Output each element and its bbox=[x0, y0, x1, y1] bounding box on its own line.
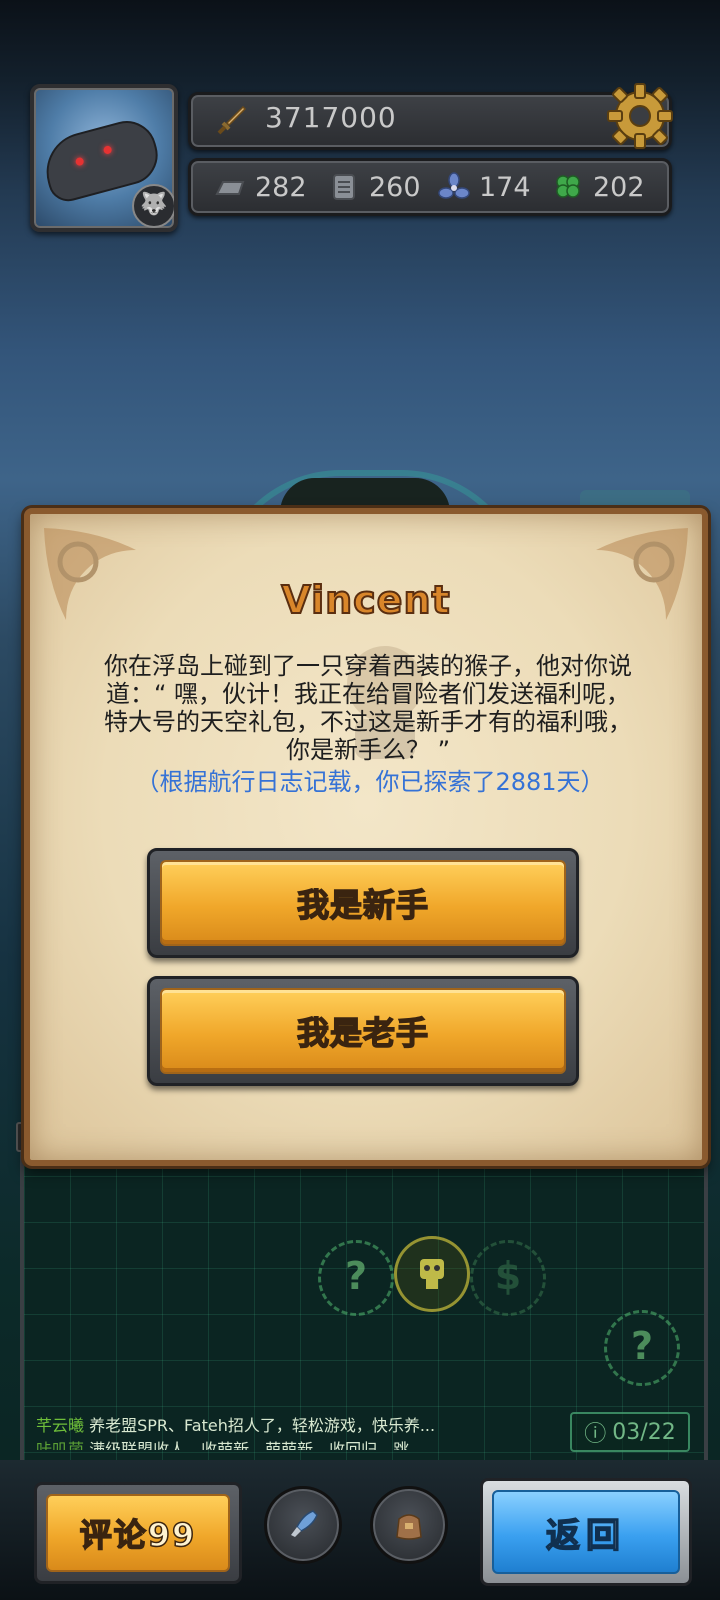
coin-tile[interactable]: $ bbox=[470, 1240, 546, 1316]
resource-value: 202 bbox=[593, 171, 645, 203]
button-label: 我是新手 bbox=[296, 885, 429, 925]
rocket-icon bbox=[291, 1510, 318, 1537]
explore-counter[interactable]: ⓘ 03/22 bbox=[570, 1412, 690, 1452]
bag-icon bbox=[396, 1514, 422, 1540]
robot-eye bbox=[102, 145, 113, 155]
button-label: 返回 bbox=[545, 1515, 626, 1557]
resource-clover: 202 bbox=[551, 167, 645, 207]
resource-bar: 282 260 174 202 bbox=[188, 158, 672, 216]
sword-icon bbox=[217, 105, 247, 135]
dialog-body: 你在浮岛上碰到了一只穿着西装的猴子，他对你说道：“ 嘿，伙计！我正在给冒险者们发… bbox=[104, 652, 632, 764]
ingot-icon bbox=[215, 181, 245, 195]
unknown-tile[interactable]: ? bbox=[604, 1310, 680, 1386]
rocket-button[interactable] bbox=[264, 1486, 342, 1564]
counter-value: 03/22 bbox=[612, 1419, 676, 1445]
robot-icon bbox=[420, 1259, 444, 1289]
bag-button[interactable] bbox=[370, 1486, 448, 1564]
resource-propeller: 174 bbox=[437, 167, 531, 207]
chat-text: 养老盟SPR、Fateh招人了，轻松游戏，快乐养... bbox=[89, 1416, 436, 1435]
resource-value: 174 bbox=[479, 171, 531, 203]
chat-sender: 芊云曦 bbox=[36, 1416, 85, 1435]
button-label: 评论99 bbox=[79, 1515, 197, 1555]
robot-tile[interactable] bbox=[394, 1236, 470, 1312]
player-avatar[interactable]: 🐺 bbox=[30, 84, 178, 232]
back-button[interactable]: 返回 bbox=[480, 1478, 692, 1586]
event-dialog: Vincent 你在浮岛上碰到了一只穿着西装的猴子，他对你说道：“ 嘿，伙计！我… bbox=[24, 508, 708, 1166]
im-new-button[interactable]: 我是新手 bbox=[147, 848, 579, 958]
propeller-icon bbox=[438, 172, 470, 199]
button-label: 我是老手 bbox=[296, 1013, 429, 1053]
power-bar: 3717000 bbox=[188, 92, 672, 150]
clover-icon bbox=[556, 175, 580, 198]
chat-sender: 咔叽菌 bbox=[36, 1440, 85, 1450]
alert-icon: ⓘ bbox=[584, 1422, 607, 1447]
resource-ingot: 282 bbox=[213, 167, 307, 207]
scroll-icon bbox=[333, 174, 355, 200]
chat-message[interactable]: 咔叽菌 满级联盟收人，收萌新，萌萌新，收回归，跳... bbox=[36, 1436, 424, 1450]
comment-button[interactable]: 评论99 bbox=[34, 1482, 242, 1584]
dialog-title: Vincent bbox=[280, 577, 451, 623]
wolf-emblem-icon: 🐺 bbox=[132, 184, 174, 228]
resource-scroll: 260 bbox=[327, 167, 421, 207]
power-value: 3717000 bbox=[265, 101, 397, 134]
resource-value: 282 bbox=[255, 171, 307, 203]
resource-value: 260 bbox=[369, 171, 421, 203]
chat-text: 满级联盟收人，收萌新，萌萌新，收回归，跳... bbox=[89, 1440, 425, 1450]
unknown-tile[interactable]: ? bbox=[318, 1240, 394, 1316]
im-veteran-button[interactable]: 我是老手 bbox=[147, 976, 579, 1086]
chat-message[interactable]: 芊云曦 养老盟SPR、Fateh招人了，轻松游戏，快乐养... bbox=[36, 1412, 435, 1436]
gear-icon[interactable] bbox=[604, 80, 676, 152]
exploration-days-note: （根据航行日志记载，你已探索了2881天） bbox=[135, 768, 605, 796]
robot-eye bbox=[74, 156, 85, 167]
